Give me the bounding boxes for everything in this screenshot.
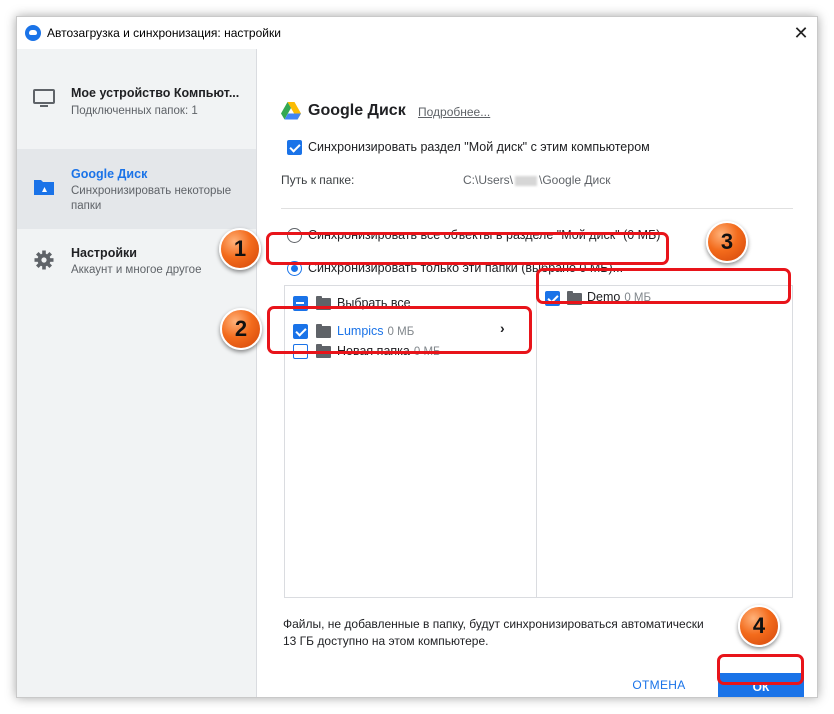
chevron-right-icon[interactable]: › (500, 320, 505, 336)
sync-all-label: Синхронизировать все объекты в разделе "… (308, 228, 661, 242)
sidebar-item-my-device[interactable]: Мое устройство Компьют... Подключенных п… (17, 63, 256, 143)
sidebar-item-subtitle: Аккаунт и многое другое (71, 264, 202, 276)
folder-size: 0 МБ (624, 292, 652, 304)
step-badge-3: 3 (706, 221, 748, 263)
drive-folder-icon (34, 180, 54, 195)
window-title: Автозагрузка и синхронизация: настройки (47, 26, 281, 40)
folder-name: Lumpics 0 МБ (337, 324, 414, 338)
close-button[interactable]: ✕ (785, 17, 817, 49)
folder-size: 0 МБ (413, 346, 441, 358)
select-all-checkbox[interactable] (293, 296, 308, 311)
folder-path-suffix: \Google Диск (539, 173, 611, 187)
google-drive-logo-icon (281, 102, 301, 120)
sync-my-drive-checkbox[interactable] (287, 140, 302, 155)
folder-icon (316, 324, 331, 338)
more-link[interactable]: Подробнее... (418, 105, 490, 119)
sidebar-item-title: Мое устройство Компьют... (71, 86, 240, 100)
sidebar-item-subtitle: Синхронизировать некоторые папки (71, 185, 232, 212)
step-badge-1: 1 (219, 228, 261, 270)
folder-checkbox[interactable] (293, 324, 308, 339)
settings-window: Автозагрузка и синхронизация: настройки … (16, 16, 818, 698)
title-bar: Автозагрузка и синхронизация: настройки … (17, 17, 817, 49)
sidebar-item-google-drive[interactable]: Google Диск Синхронизировать некоторые п… (17, 149, 256, 229)
folder-checkbox[interactable] (545, 291, 560, 306)
folder-name-text: Новая папка (337, 344, 410, 358)
redacted-username (515, 175, 538, 186)
folder-name: Новая папка 0 МБ (337, 344, 441, 358)
sync-selected-radio[interactable] (287, 261, 302, 276)
sync-selected-label: Синхронизировать только эти папки (выбра… (308, 261, 624, 275)
folder-icon (316, 344, 331, 358)
folder-icon (567, 291, 582, 305)
ok-button[interactable]: ОК (718, 673, 804, 697)
divider (281, 208, 793, 209)
step-badge-4: 4 (738, 605, 780, 647)
folder-path-value: C:\Users\ \Google Диск (463, 173, 610, 187)
folder-name: Demo 0 МБ (587, 290, 651, 304)
backup-sync-cloud-icon (25, 25, 41, 41)
folder-path-label: Путь к папке: (281, 173, 355, 187)
cancel-button[interactable]: ОТМЕНА (627, 674, 691, 696)
sidebar-item-title: Google Диск (71, 167, 148, 181)
step-badge-2: 2 (220, 308, 262, 350)
sync-all-radio[interactable] (287, 228, 302, 243)
footer-line-auto-sync: Файлы, не добавленные в папку, будут син… (283, 617, 704, 631)
main-content: Google Диск Подробнее... Синхронизироват… (257, 49, 817, 697)
page-title: Google Диск (308, 102, 406, 119)
sync-my-drive-label: Синхронизировать раздел "Мой диск" с эти… (308, 140, 650, 154)
select-all-label: Выбрать все (337, 296, 411, 310)
folder-name-text: Demo (587, 290, 621, 304)
folder-tree: Выбрать все Lumpics 0 МБ › Новая папка 0 М… (284, 285, 793, 598)
gear-icon (34, 250, 54, 270)
sidebar: Мое устройство Компьют... Подключенных п… (17, 49, 257, 697)
folder-name-text: Lumpics (337, 324, 384, 338)
folder-path-prefix: C:\Users\ (463, 173, 514, 187)
monitor-icon (33, 89, 55, 107)
folder-size: 0 МБ (387, 326, 415, 338)
folder-checkbox[interactable] (293, 344, 308, 359)
footer-line-free-space: 13 ГБ доступно на этом компьютере. (283, 634, 489, 648)
folder-icon (316, 296, 331, 310)
tree-split-divider (536, 286, 537, 597)
sidebar-item-subtitle: Подключенных папок: 1 (71, 105, 198, 117)
footer-info: Файлы, не добавленные в папку, будут син… (283, 616, 817, 650)
